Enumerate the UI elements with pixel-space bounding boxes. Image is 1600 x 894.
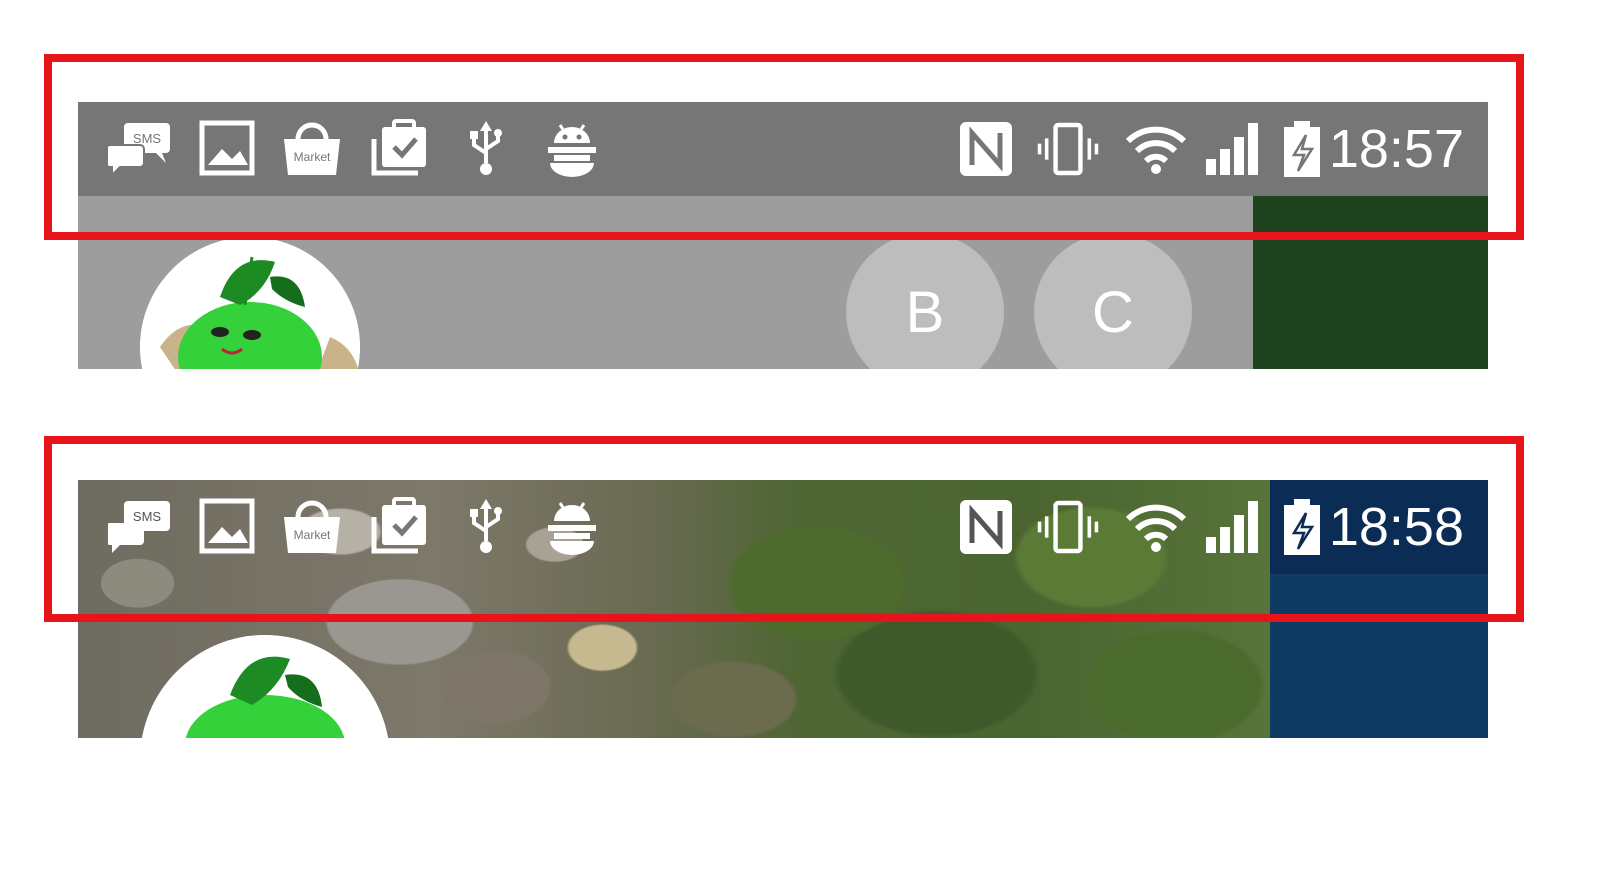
highlight-frame bbox=[44, 436, 1524, 622]
contact-letter: C bbox=[1092, 279, 1134, 345]
contact-letter: B bbox=[905, 279, 945, 345]
highlight-frame bbox=[44, 54, 1524, 240]
